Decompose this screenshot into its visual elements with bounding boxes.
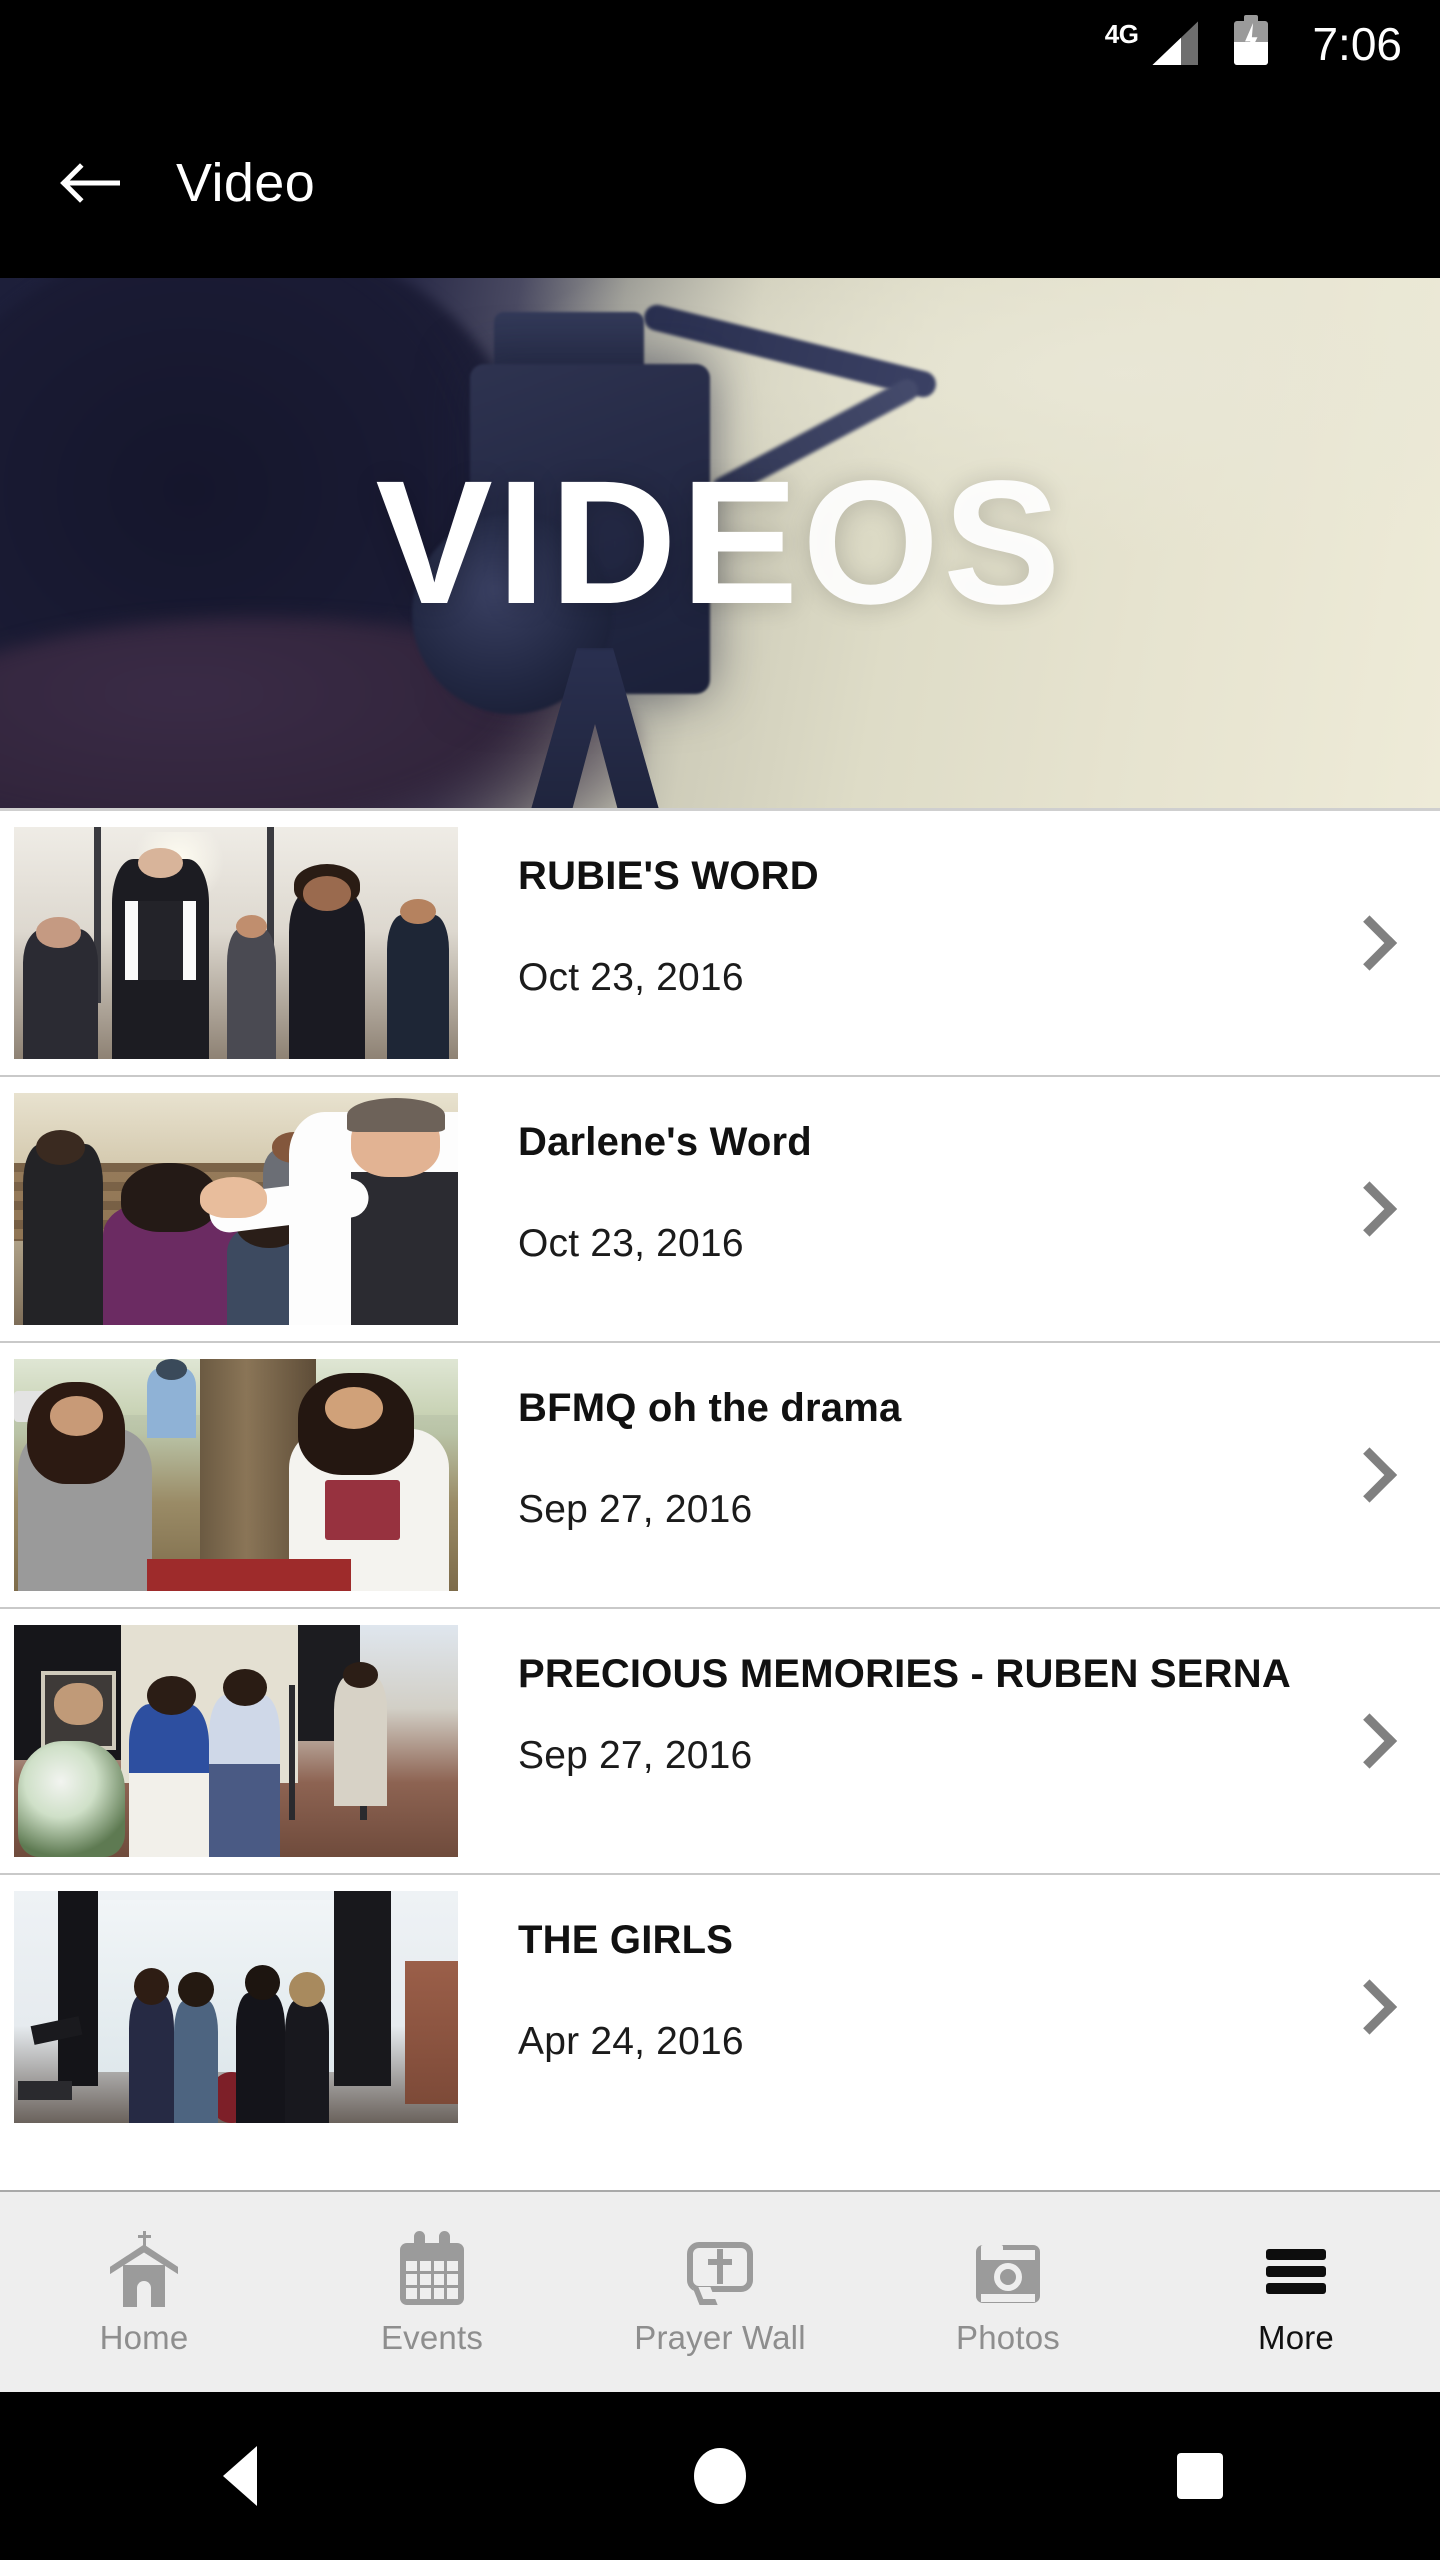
- video-date: Oct 23, 2016: [518, 1222, 744, 1266]
- hero-title-a: VIDE: [375, 445, 803, 641]
- chevron-right-icon[interactable]: [1344, 921, 1388, 965]
- chevron-right-icon[interactable]: [1344, 1453, 1388, 1497]
- video-thumbnail: [14, 827, 458, 1059]
- list-item[interactable]: RUBIE'S WORD Oct 23, 2016: [0, 808, 1440, 1075]
- video-thumbnail: [14, 1093, 458, 1325]
- signal-bars-icon: [1152, 21, 1199, 65]
- bottom-tab-bar: Home Events Prayer Wall Photos More: [0, 2190, 1440, 2392]
- video-thumbnail: [14, 1359, 458, 1591]
- video-date: Apr 24, 2016: [518, 2020, 744, 2064]
- android-nav-bar: [0, 2392, 1440, 2560]
- back-arrow-icon[interactable]: [60, 155, 120, 211]
- video-list: RUBIE'S WORD Oct 23, 2016 Darlene's Word…: [0, 808, 1440, 2139]
- video-thumbnail: [14, 1625, 458, 1857]
- tab-photos[interactable]: Photos: [864, 2192, 1152, 2392]
- video-info: RUBIE'S WORD Oct 23, 2016: [458, 827, 1440, 1000]
- app-bar: Video: [0, 88, 1440, 278]
- video-date: Oct 23, 2016: [518, 956, 744, 1000]
- video-title: THE GIRLS: [518, 1918, 734, 1962]
- tab-events[interactable]: Events: [288, 2192, 576, 2392]
- video-list-scroll[interactable]: RUBIE'S WORD Oct 23, 2016 Darlene's Word…: [0, 808, 1440, 2190]
- status-bar: 4G 7:06: [0, 0, 1440, 88]
- video-title: BFMQ oh the drama: [518, 1386, 902, 1430]
- hero-title-b: OS: [802, 445, 1065, 641]
- tab-prayer-wall[interactable]: Prayer Wall: [576, 2192, 864, 2392]
- video-title: RUBIE'S WORD: [518, 854, 819, 898]
- nav-back-icon[interactable]: [180, 2416, 300, 2536]
- video-date: Sep 27, 2016: [518, 1734, 753, 1778]
- hamburger-icon: [1258, 2231, 1334, 2307]
- list-item[interactable]: BFMQ oh the drama Sep 27, 2016: [0, 1341, 1440, 1607]
- tab-events-label: Events: [380, 2318, 484, 2356]
- phone-screen: 4G 7:06 Video VIDEOS RUBIE'S WORD Oct 23…: [0, 0, 1440, 2560]
- list-item[interactable]: Darlene's Word Oct 23, 2016: [0, 1075, 1440, 1341]
- video-title: Darlene's Word: [518, 1120, 812, 1164]
- video-title: PRECIOUS MEMORIES - RUBEN SERNA: [518, 1652, 1291, 1696]
- video-info: Darlene's Word Oct 23, 2016: [458, 1093, 1440, 1266]
- video-info: PRECIOUS MEMORIES - RUBEN SERNA Sep 27, …: [458, 1625, 1440, 1778]
- list-item[interactable]: PRECIOUS MEMORIES - RUBEN SERNA Sep 27, …: [0, 1607, 1440, 1873]
- hero-title: VIDEOS: [0, 455, 1440, 631]
- video-thumbnail: [14, 1891, 458, 2123]
- camera-icon: [970, 2231, 1046, 2307]
- video-info: BFMQ oh the drama Sep 27, 2016: [458, 1359, 1440, 1532]
- page-title: Video: [176, 153, 316, 213]
- tab-photos-label: Photos: [956, 2318, 1060, 2356]
- tab-prayer-wall-label: Prayer Wall: [634, 2318, 806, 2356]
- tab-home-label: Home: [99, 2318, 189, 2356]
- status-clock: 7:06: [1312, 18, 1402, 70]
- calendar-icon: [394, 2230, 470, 2307]
- chevron-right-icon[interactable]: [1344, 1187, 1388, 1231]
- tab-more[interactable]: More: [1152, 2192, 1440, 2392]
- tab-more-label: More: [1258, 2318, 1334, 2356]
- battery-charging-icon: [1234, 15, 1269, 65]
- nav-recents-icon[interactable]: [1140, 2416, 1260, 2536]
- list-item[interactable]: THE GIRLS Apr 24, 2016: [0, 1873, 1440, 2139]
- prayer-bubble-icon: [682, 2231, 758, 2307]
- hero-banner: VIDEOS: [0, 278, 1440, 808]
- chevron-right-icon[interactable]: [1344, 1985, 1388, 2029]
- nav-home-icon[interactable]: [660, 2416, 780, 2536]
- video-date: Sep 27, 2016: [518, 1488, 753, 1532]
- status-icons: 4G 7:06: [1105, 15, 1402, 73]
- network-type-label: 4G: [1104, 19, 1139, 49]
- church-icon: [106, 2230, 182, 2307]
- chevron-right-icon[interactable]: [1344, 1719, 1388, 1763]
- tab-home[interactable]: Home: [0, 2192, 288, 2392]
- video-info: THE GIRLS Apr 24, 2016: [458, 1891, 1440, 2064]
